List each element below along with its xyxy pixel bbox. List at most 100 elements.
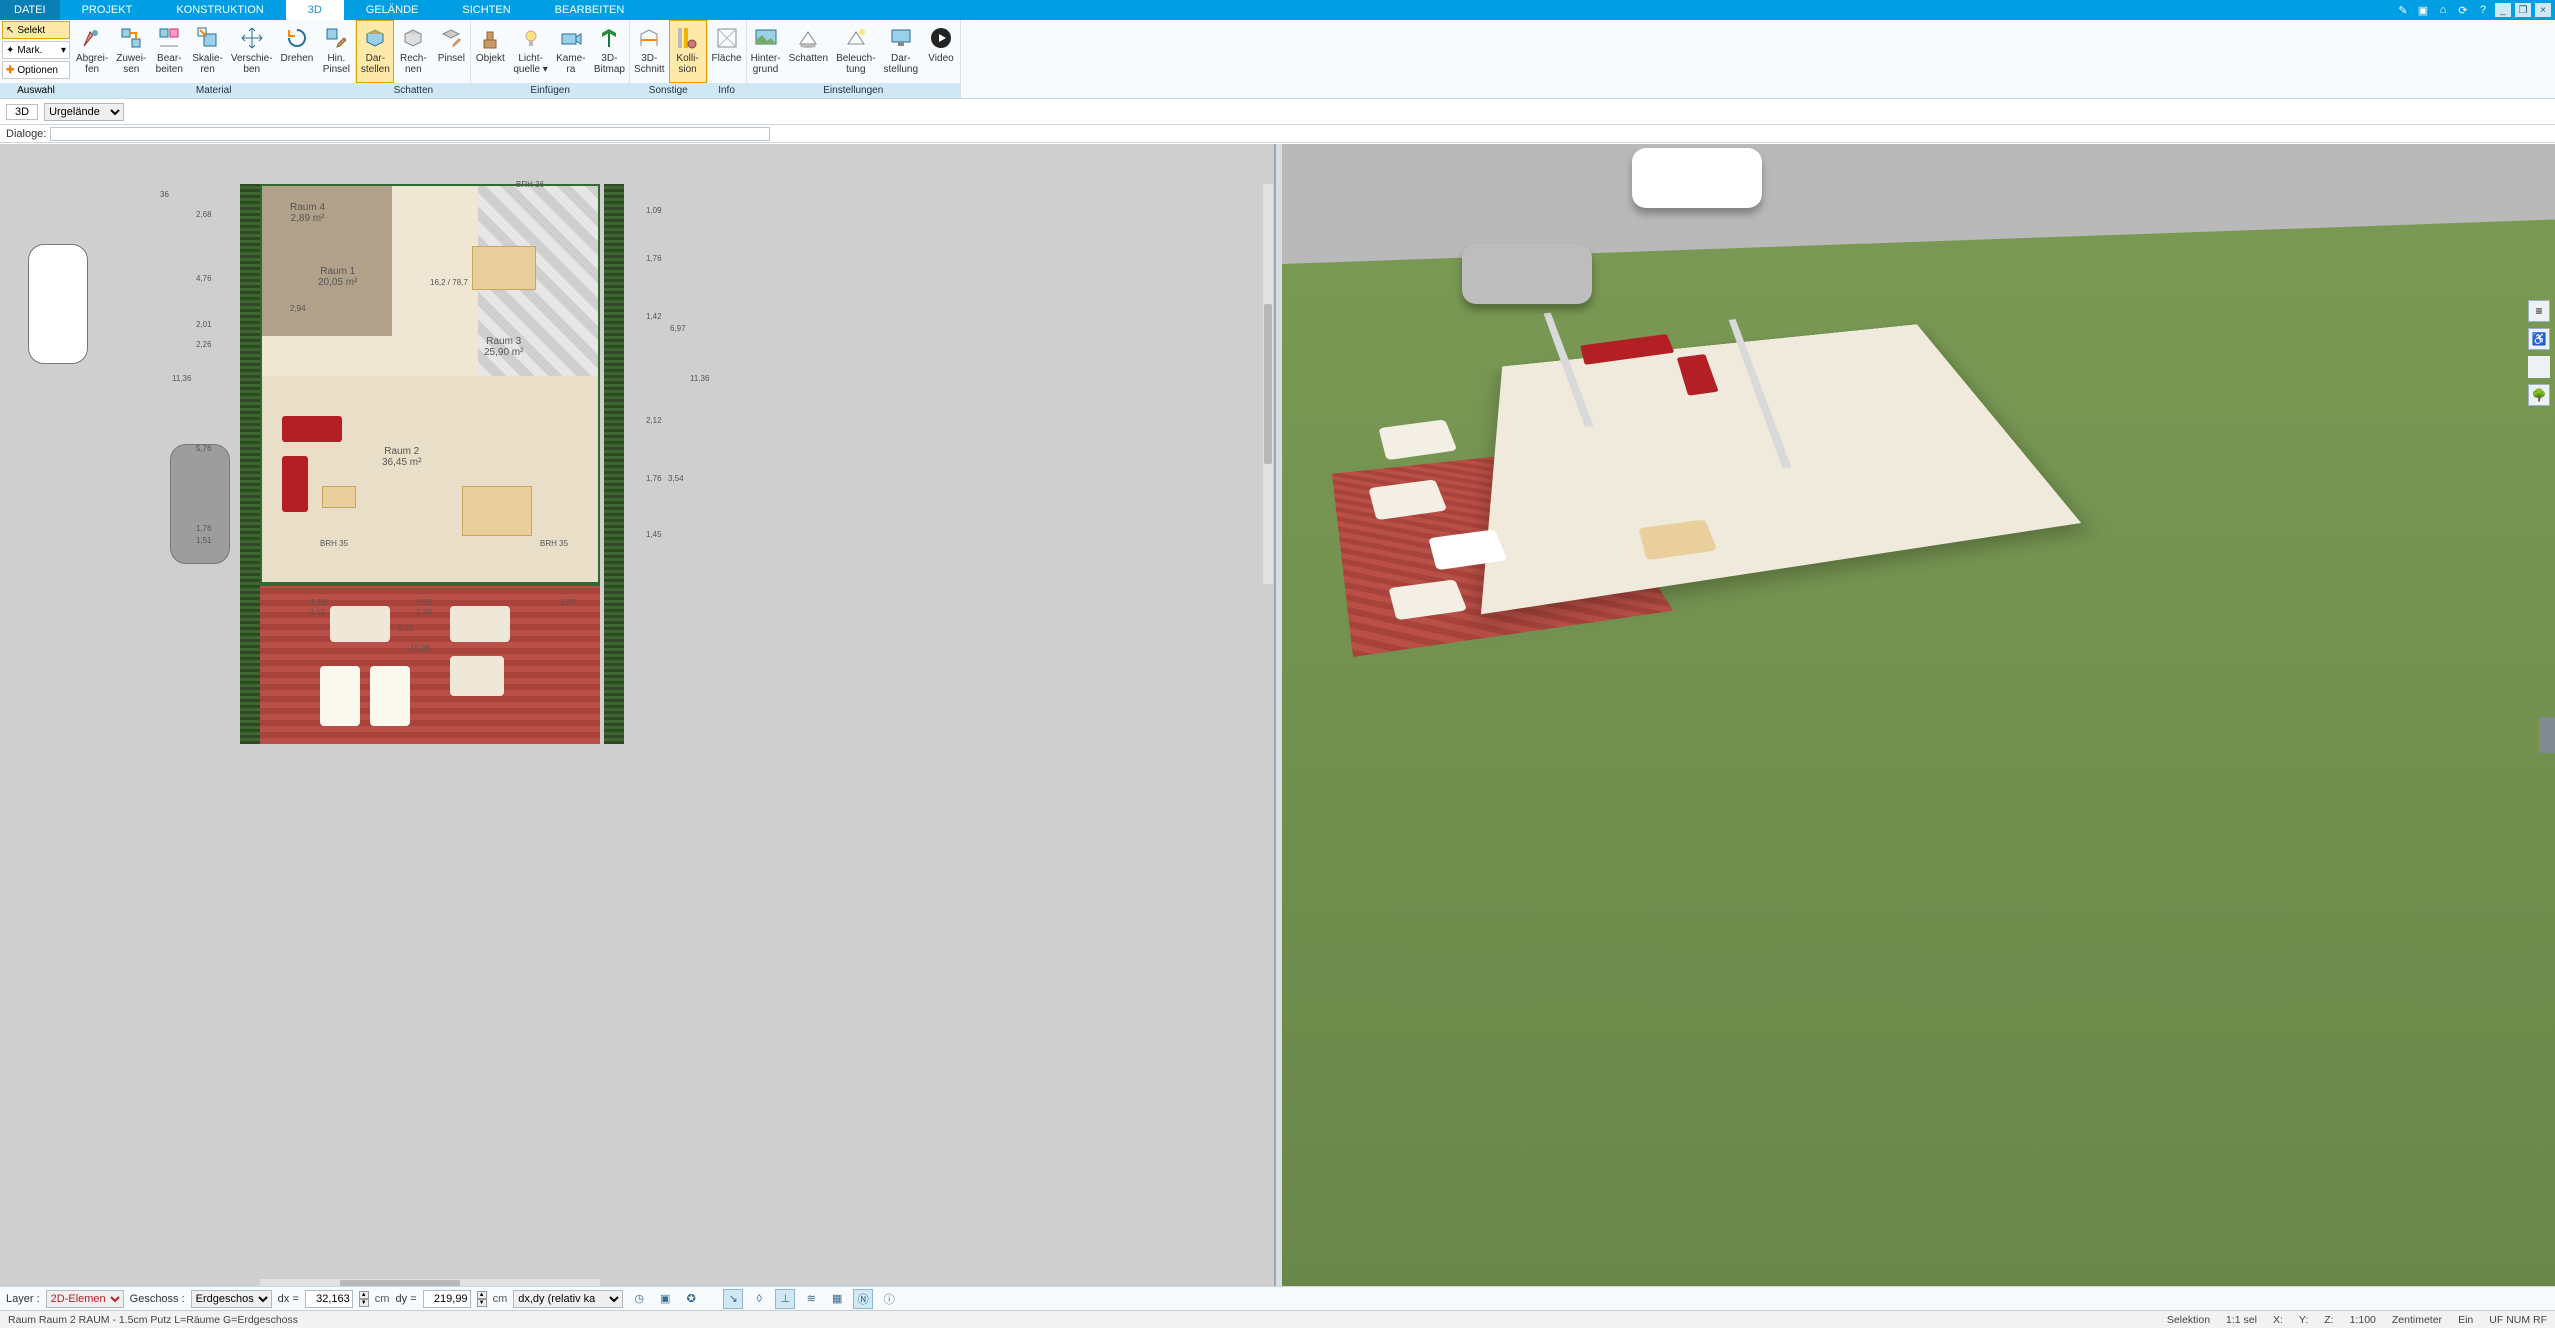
ribbon-abgreifen-button[interactable]: Abgrei-fen [72,20,112,83]
ribbon-btn-label2: stellen [361,64,390,75]
ribbon-schatten-button[interactable]: Schatten [785,20,832,83]
window-minimize-button[interactable]: _ [2495,3,2511,17]
menu-3d[interactable]: 3D [286,0,344,20]
dx-spinner[interactable]: ▲▼ [359,1291,369,1307]
ribbon-lichtquelle-button[interactable]: Licht-quelle ▾ [509,20,552,83]
coord-mode-select[interactable]: dx,dy (relativ ka [513,1290,623,1308]
menu-sichten[interactable]: SICHTEN [440,0,532,20]
abgreifen-icon [80,26,104,50]
kamera-icon [559,26,583,50]
dropdown-icon: ▾ [61,45,66,56]
room4-label: Raum 4 2,89 m² [290,202,325,224]
ribbon-beleuchtung-button[interactable]: Beleuch-tung [832,20,879,83]
menu-konstruktion[interactable]: KONSTRUKTION [154,0,285,20]
ribbon-darstellung-button[interactable]: Dar-stellung [880,20,922,83]
ribbon-btn-label: Skalie- [192,53,223,64]
select-label: Selekt [17,25,66,36]
selection-panel-title: Auswahl [0,83,72,98]
view-3d[interactable] [1282,144,2555,1290]
tool-icon-4[interactable]: ⟳ [2455,2,2471,18]
grid-icon[interactable]: ▦ [827,1289,847,1309]
ribbon-drehen-button[interactable]: Drehen [277,20,318,83]
right-toolbar: ≡ ♿ 🌳 [2525,294,2555,412]
snap-perp-icon[interactable]: ⊥ [775,1289,795,1309]
ribbon-hintergrund-button[interactable]: Hinter-grund [747,20,785,83]
snap-parallel-icon[interactable]: ≋ [801,1289,821,1309]
snap-node-icon[interactable]: Ⓝ [853,1289,873,1309]
ribbon-flaeche-button[interactable]: Fläche [708,20,746,83]
ribbon-group-sonstige: 3D-SchnittKolli-sionSonstige [630,20,708,98]
info-icon[interactable]: ⓘ [879,1289,899,1309]
ribbon-pinsel-button[interactable]: Pinsel [432,20,470,83]
side-panel-grab[interactable] [2539,717,2555,753]
globe-icon[interactable]: ✪ [681,1289,701,1309]
ribbon-btn-label: Drehen [281,53,314,64]
ribbon-kamera-button[interactable]: Kame-ra [552,20,590,83]
layer-select[interactable]: 2D-Elemen [46,1290,124,1308]
ribbon-kollision-button[interactable]: Kolli-sion [669,20,707,83]
menu-projekt[interactable]: PROJEKT [60,0,155,20]
menu-bearbeiten[interactable]: BEARBEITEN [533,0,647,20]
terrain-select[interactable]: Urgelände [44,103,124,121]
tree-icon[interactable]: 🌳 [2528,384,2550,406]
ribbon-schnitt3d-button[interactable]: 3D-Schnitt [630,20,669,83]
snap-endpoint-icon[interactable]: ↘ [723,1289,743,1309]
dim-label: 1,76 [196,524,212,533]
layers-icon[interactable]: ≡ [2528,300,2550,322]
tool-icon-2[interactable]: ▣ [2415,2,2431,18]
dim-label: 2,02 [416,598,432,607]
help-icon[interactable]: ? [2475,2,2491,18]
ribbon-bitmap3d-button[interactable]: 3D-Bitmap [590,20,629,83]
ribbon-rechnen-button[interactable]: Rech-nen [394,20,432,83]
dim-label: 2,68 [196,210,212,219]
select-mode-button[interactable]: ↖ Selekt [2,21,70,39]
car-3d-grey [1462,244,1592,304]
dy-spinner[interactable]: ▲▼ [477,1291,487,1307]
ribbon-objekt-button[interactable]: Objekt [471,20,509,83]
dim-label: 9,61 [398,624,414,633]
selection-panel: ↖ Selekt ✦ Mark. ▾ ✚ Optionen Auswahl [0,20,72,98]
ribbon-skalieren-button[interactable]: Skalie-ren [188,20,227,83]
room3-label: Raum 3 25,90 m² [484,336,523,358]
ribbon-video-button[interactable]: Video [922,20,960,83]
clock-icon[interactable]: ◷ [629,1289,649,1309]
dim-label: 2,94 [290,304,306,313]
window-restore-button[interactable]: ❐ [2515,3,2531,17]
ribbon-verschieben-button[interactable]: Verschie-ben [227,20,277,83]
ribbon-btn-label: Hinter- [751,53,781,64]
dialoge-input[interactable] [50,127,770,141]
menu-gelaende[interactable]: GELÄNDE [344,0,441,20]
tool-icon-1[interactable]: ✎ [2395,2,2411,18]
mark-mode-button[interactable]: ✦ Mark. ▾ [2,41,70,59]
tool-icon-3[interactable]: ⌂ [2435,2,2451,18]
ribbon-btn-label: Dar- [366,53,385,64]
chair-icon[interactable]: ♿ [2528,328,2550,350]
optionen-button[interactable]: ✚ Optionen [2,61,70,79]
dim-label: 1,76 [646,474,662,483]
plan-v-scrollbar[interactable] [1263,184,1273,584]
ribbon-zuweisen-button[interactable]: Zuwei-sen [112,20,150,83]
ribbon-darstellen-button[interactable]: Dar-stellen [356,20,394,83]
darstellung-icon [889,26,913,50]
dim-label: 1,51 [196,536,212,545]
dialoge-bar: Dialoge: [0,125,2555,143]
plan-2d-view[interactable]: Raum 4 2,89 m² Raum 1 20,05 m² Raum 3 25… [0,144,1276,1290]
flaeche-icon [715,26,739,50]
ribbon-hinpinsel-button[interactable]: Hin.Pinsel [317,20,355,83]
dim-label: 2,26 [196,340,212,349]
dim-label: 1,42 [646,312,662,321]
snap-mid-icon[interactable]: ◊ [749,1289,769,1309]
room1-label: Raum 1 20,05 m² [318,266,357,288]
menu-datei[interactable]: DATEI [0,0,60,20]
ribbon-bearbeiten-button[interactable]: Bear-beiten [150,20,188,83]
objekt-icon [478,26,502,50]
view-mode-chip[interactable]: 3D [6,104,38,120]
dx-input[interactable] [305,1290,353,1308]
palette-icon[interactable] [2528,356,2550,378]
geschoss-select[interactable]: Erdgeschos [191,1290,272,1308]
ribbon-group-title: Einstellungen [747,83,960,98]
window-close-button[interactable]: × [2535,3,2551,17]
camera-icon[interactable]: ▣ [655,1289,675,1309]
house-outline: Raum 4 2,89 m² Raum 1 20,05 m² Raum 3 25… [260,184,600,584]
dy-input[interactable] [423,1290,471,1308]
